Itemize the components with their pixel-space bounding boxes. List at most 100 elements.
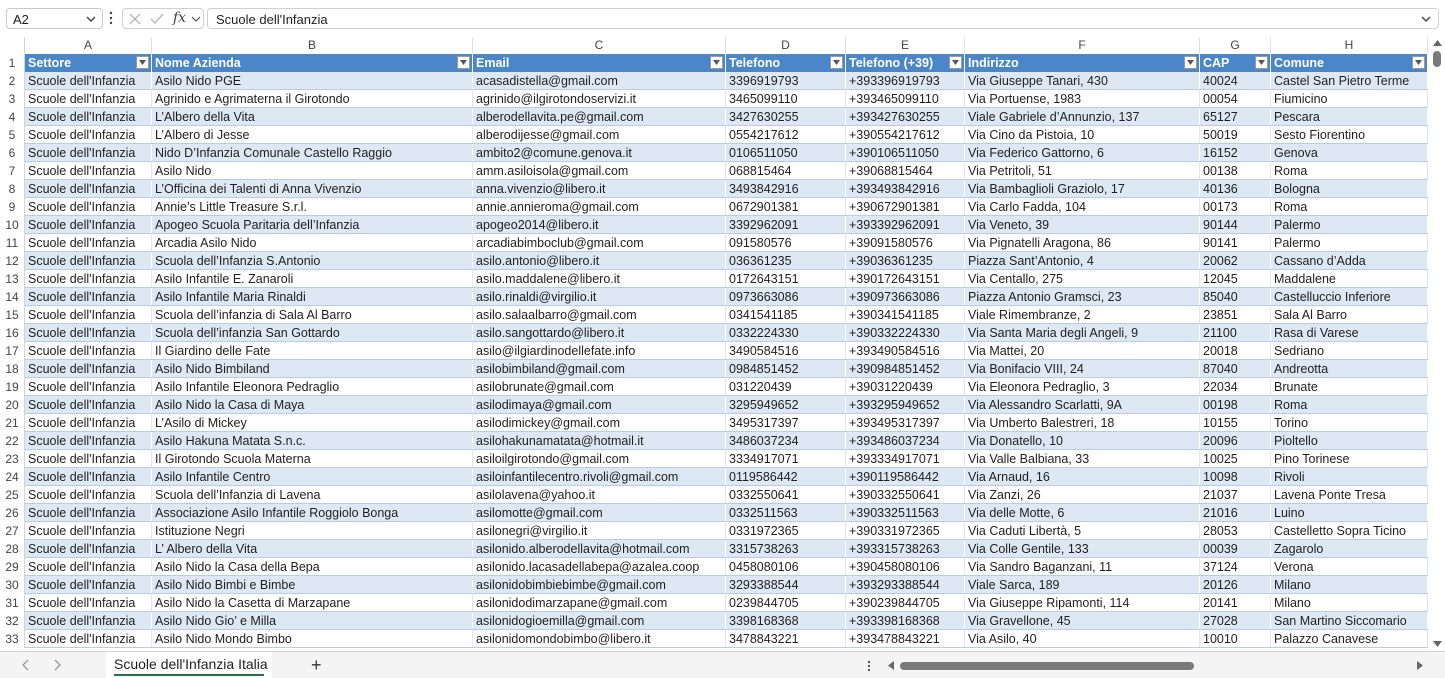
scroll-down-icon[interactable] [1433,640,1442,648]
row-number[interactable]: 24 [0,468,25,486]
table-cell[interactable]: acasadistella@gmail.com [473,72,726,90]
filter-dropdown-icon[interactable] [949,56,962,69]
table-cell[interactable]: Asilo Nido Bimbiland [152,360,473,378]
table-cell[interactable]: Scuole dell'Infanzia [25,432,152,450]
table-cell[interactable]: Scuole dell'Infanzia [25,504,152,522]
table-cell[interactable]: asilonido.alberodellavita@hotmail.com [473,540,726,558]
table-cell[interactable]: 10025 [1200,450,1271,468]
table-cell[interactable]: 10155 [1200,414,1271,432]
table-cell[interactable]: Scuole dell'Infanzia [25,522,152,540]
table-cell[interactable]: Luino [1271,504,1428,522]
table-cell[interactable]: Viale Rimembranze, 2 [965,306,1200,324]
table-cell[interactable]: Asilo Nido la Casetta di Marzapane [152,594,473,612]
select-all-corner[interactable] [0,37,25,54]
add-sheet-button[interactable]: + [311,655,322,676]
table-cell[interactable]: arcadiabimboclub@gmail.com [473,234,726,252]
table-cell[interactable]: asilo.salaalbarro@gmail.com [473,306,726,324]
table-cell[interactable]: Scuole dell'Infanzia [25,324,152,342]
table-cell[interactable]: 0672901381 [726,198,846,216]
table-cell[interactable]: Nido D’Infanzia Comunale Castello Raggio [152,144,473,162]
table-cell[interactable]: amm.asiloisola@gmail.com [473,162,726,180]
column-header-a[interactable]: A [25,37,152,54]
table-cell[interactable]: 28053 [1200,522,1271,540]
table-cell[interactable]: 031220439 [726,378,846,396]
table-cell[interactable]: 0239844705 [726,594,846,612]
table-cell[interactable]: Torino [1271,414,1428,432]
table-cell[interactable]: asiloinfantilecentro.rivoli@gmail.com [473,468,726,486]
table-cell[interactable]: apogeo2014@libero.it [473,216,726,234]
table-cell[interactable]: Via Caduti Libertà, 5 [965,522,1200,540]
formula-input[interactable]: Scuole dell'Infanzia [207,8,1439,29]
table-cell[interactable]: 27028 [1200,612,1271,630]
table-cell[interactable]: Via delle Motte, 6 [965,504,1200,522]
table-cell[interactable]: Roma [1271,162,1428,180]
table-cell[interactable]: 091580576 [726,234,846,252]
row-number[interactable]: 8 [0,180,25,198]
table-cell[interactable]: Asilo Infantile E. Zanaroli [152,270,473,288]
table-cell[interactable]: 3396919793 [726,72,846,90]
row-number[interactable]: 33 [0,630,25,648]
scroll-right-icon[interactable] [1416,661,1423,670]
table-cell[interactable]: Palazzo Canavese [1271,630,1428,648]
horizontal-scroll-thumb[interactable] [900,662,1194,670]
table-cell[interactable]: +39091580576 [846,234,965,252]
expand-formula-bar-icon[interactable] [1420,13,1432,25]
table-cell[interactable]: +390331972365 [846,522,965,540]
table-cell[interactable]: 0984851452 [726,360,846,378]
scroll-left-icon[interactable] [888,661,895,670]
filter-dropdown-icon[interactable] [136,56,149,69]
table-cell[interactable]: 00138 [1200,162,1271,180]
table-cell[interactable]: Via Bonifacio VIII, 24 [965,360,1200,378]
row-number[interactable]: 9 [0,198,25,216]
chevron-down-icon[interactable] [85,13,97,25]
table-cell[interactable]: +393486037234 [846,432,965,450]
table-cell[interactable]: +39036361235 [846,252,965,270]
table-cell[interactable]: Arcadia Asilo Nido [152,234,473,252]
table-cell[interactable]: Via Valle Balbiana, 33 [965,450,1200,468]
table-cell[interactable]: 00198 [1200,396,1271,414]
column-header-h[interactable]: H [1271,37,1428,54]
table-cell[interactable]: 23851 [1200,306,1271,324]
table-cell[interactable]: Pescara [1271,108,1428,126]
table-cell[interactable]: 40024 [1200,72,1271,90]
table-cell[interactable]: Verona [1271,558,1428,576]
table-cell[interactable]: 50019 [1200,126,1271,144]
row-number[interactable]: 19 [0,378,25,396]
table-cell[interactable]: asilobimbiland@gmail.com [473,360,726,378]
table-cell[interactable]: 0458080106 [726,558,846,576]
table-cell[interactable]: +390332224330 [846,324,965,342]
table-cell[interactable]: 00039 [1200,540,1271,558]
table-cell[interactable]: Castel San Pietro Terme [1271,72,1428,90]
table-cell[interactable]: 00173 [1200,198,1271,216]
table-cell[interactable]: +393398168368 [846,612,965,630]
table-cell[interactable]: Via Centallo, 275 [965,270,1200,288]
table-cell[interactable]: Scuole dell'Infanzia [25,360,152,378]
table-cell[interactable]: Scuole dell'Infanzia [25,630,152,648]
row-number[interactable]: 4 [0,108,25,126]
table-cell[interactable]: asilonidogioemilla@gmail.com [473,612,726,630]
table-cell[interactable]: Scuole dell'Infanzia [25,234,152,252]
table-cell[interactable]: 0106511050 [726,144,846,162]
row-number[interactable]: 30 [0,576,25,594]
column-header-b[interactable]: B [152,37,473,54]
row-number[interactable]: 16 [0,324,25,342]
table-cell[interactable]: Pino Torinese [1271,450,1428,468]
table-cell[interactable]: +393465099110 [846,90,965,108]
table-cell[interactable]: Via Veneto, 39 [965,216,1200,234]
table-cell[interactable]: 90141 [1200,234,1271,252]
header-cell[interactable]: Indirizzo [965,54,1200,72]
table-cell[interactable]: 0119586442 [726,468,846,486]
table-cell[interactable]: Via Asilo, 40 [965,630,1200,648]
table-cell[interactable]: Sala Al Barro [1271,306,1428,324]
table-cell[interactable]: Scuole dell'Infanzia [25,180,152,198]
chevron-down-icon[interactable] [191,14,201,24]
table-cell[interactable]: 3398168368 [726,612,846,630]
table-cell[interactable]: Brunate [1271,378,1428,396]
filter-dropdown-icon[interactable] [1184,56,1197,69]
more-options-icon[interactable] [108,10,114,26]
table-cell[interactable]: +393295949652 [846,396,965,414]
table-cell[interactable]: 10010 [1200,630,1271,648]
table-cell[interactable]: alberodellavita.pe@gmail.com [473,108,726,126]
table-cell[interactable]: 068815464 [726,162,846,180]
table-cell[interactable]: +390672901381 [846,198,965,216]
